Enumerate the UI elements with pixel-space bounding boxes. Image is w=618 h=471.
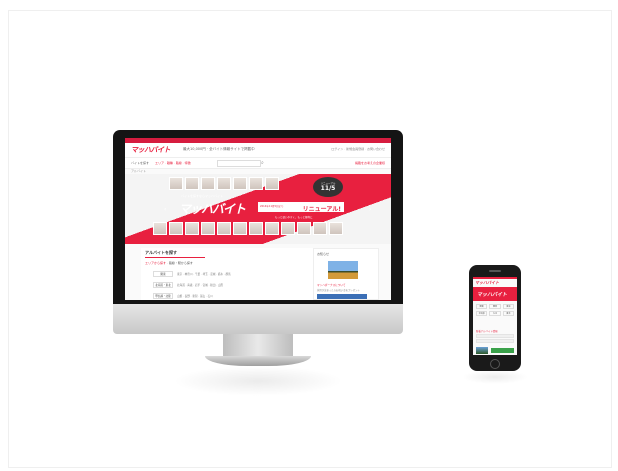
nav-label: バイトを探す [131,161,150,165]
nav-links[interactable]: エリア · 職種 · 路線 · 特徴 [155,161,191,165]
monitor-shadow [173,366,343,396]
renewal-date-badge: リニューアル 11/5 [313,177,343,197]
search-icon[interactable]: ⌕ [261,160,267,166]
renewal-banner-main: リニューアル! [302,206,341,213]
carousel-prev-icon[interactable]: ‹ [164,206,166,213]
region-label[interactable]: 北海道・東北 [153,282,173,288]
thumbnail [265,222,279,235]
region-label[interactable]: 甲信越・北陸 [153,293,173,299]
thumbnail [169,222,183,235]
monitor-chin [113,304,403,334]
smartphone-mockup: マッハバイト マッハバイト 関東 関西 東海 北海道 九州 東北 新着アルバイト… [469,265,521,371]
thumbnail [185,177,199,190]
hero-banner[interactable]: バイトを探すならマッハバイト マッハバイト 2014年11月5日より リニューア… [125,174,391,244]
sidebar-link[interactable]: マッハボーナスについて [317,283,345,287]
region-prefectures[interactable]: 東京 · 神奈川 · 千葉 · 埼玉 · 茨城 · 栃木 · 群馬 [177,272,231,276]
sidebar-photo[interactable] [328,261,358,279]
thumbnail [313,222,327,235]
hero-caption: もっと使いやすく、もっと便利に [275,216,313,219]
desktop-website-screen: マッハバイト 最大10,000円 · 全バイト情報サイトで掲載中 ログイン · … [125,138,391,300]
home-button-icon[interactable] [490,359,500,369]
mobile-hero-text: マッハバイト [477,292,508,298]
renewal-banner-sub: 2014年11月5日より [260,205,284,208]
thumbnail [265,177,279,190]
mobile-logo[interactable]: マッハバイト [475,280,499,286]
region-row: 甲信越・北陸 山梨 · 長野 · 新潟 · 富山 · 石川 [153,292,231,300]
mobile-region-button[interactable]: 北海道 [476,311,488,316]
mobile-region-grid: 関東 関西 東海 北海道 九州 東北 [476,304,514,316]
panel-title: アルバイトを探す [145,250,177,255]
region-rows: 関東 東京 · 神奈川 · 千葉 · 埼玉 · 茨城 · 栃木 · 群馬 北海道… [153,270,231,300]
tab-station[interactable]: 路線・駅から探す [169,261,193,265]
header-links[interactable]: ログイン · 新規会員登録 · お問い合わせ [331,147,385,151]
thumbnail [249,222,263,235]
thumbnail [217,177,231,190]
hero-thumbnails-bottom [153,222,343,235]
header-tagline: 最大10,000円 · 全バイト情報サイトで掲載中 [183,147,255,151]
mobile-region-button[interactable]: 九州 [489,311,501,316]
monitor-stand-foot [205,356,311,366]
sidebar-panel: お知らせ マッハボーナスについて 採用が決まったらお祝い金をプレゼント [313,248,379,300]
search-tabs: エリアから探す · 路線・駅から探す [145,261,193,265]
monitor-bezel: マッハバイト 最大10,000円 · 全バイト情報サイトで掲載中 ログイン · … [113,130,403,304]
site-logo[interactable]: マッハバイト [131,145,171,155]
hero-small-text: バイトを探すならマッハバイト [181,194,224,198]
mobile-top-bar [473,277,517,279]
renewal-banner: 2014年11月5日より リニューアル! [257,201,345,213]
search-panel: アルバイトを探す エリアから探す · 路線・駅から探す 関東 東京 · 神奈川 … [141,248,321,300]
thumbnail [329,222,343,235]
region-label[interactable]: 関東 [153,271,173,277]
thumbnail [281,222,295,235]
thumbnail [201,177,215,190]
phone-shadow [462,370,528,384]
thumbnail [185,222,199,235]
hero-thumbnails-top [169,177,279,190]
desktop-monitor-mockup: マッハバイト 最大10,000円 · 全バイト情報サイトで掲載中 ログイン · … [113,130,403,396]
monitor-stand-neck [223,334,293,358]
region-row: 北海道・東北 北海道 · 青森 · 岩手 · 宮城 · 秋田 · 山形 [153,281,231,289]
thumbnail [153,222,167,235]
mobile-website-screen: マッハバイト マッハバイト 関東 関西 東海 北海道 九州 東北 新着アルバイト… [473,277,517,355]
thumbnail [201,222,215,235]
region-prefectures[interactable]: 山梨 · 長野 · 新潟 · 富山 · 石川 [177,294,213,298]
thumbnail [169,177,183,190]
search-input[interactable] [217,160,261,167]
nav-bar: バイトを探す エリア · 職種 · 路線 · 特徴 ⌕ 掲載をお考えの企業様 [125,157,391,169]
panel-underline [145,257,205,258]
mobile-region-button[interactable]: 関東 [476,304,488,309]
thumbnail [233,177,247,190]
list-item[interactable] [476,339,514,343]
region-prefectures[interactable]: 北海道 · 青森 · 岩手 · 宮城 · 秋田 · 山形 [177,283,223,287]
list-item[interactable] [476,334,514,338]
mobile-region-button[interactable]: 東海 [502,304,514,309]
mobile-link[interactable]: 新着アルバイト情報 [476,329,498,333]
mobile-hero[interactable]: マッハバイト [473,287,517,301]
mobile-region-button[interactable]: 関西 [489,304,501,309]
thumbnail [297,222,311,235]
thumbnail [217,222,231,235]
tab-area[interactable]: エリアから探す [145,261,166,265]
sidebar-text: 採用が決まったらお祝い金をプレゼント [317,289,360,292]
thumbnail [249,177,263,190]
hero-logo: マッハバイト [179,202,246,216]
breadcrumb[interactable]: アルバイト [131,169,146,173]
carousel-next-icon[interactable]: › [369,206,371,213]
mobile-thumbnail[interactable] [476,347,488,354]
sidebar-title: お知らせ [317,252,329,256]
phone-speaker [489,270,501,272]
site-header: マッハバイト 最大10,000円 · 全バイト情報サイトで掲載中 ログイン · … [125,143,391,157]
mobile-green-button[interactable] [491,348,514,353]
sidebar-banner[interactable] [317,294,367,299]
thumbnail [233,222,247,235]
mobile-list [476,334,514,344]
mobile-region-button[interactable]: 東北 [502,311,514,316]
date-badge-value: 11/5 [320,185,336,192]
nav-employer-link[interactable]: 掲載をお考えの企業様 [355,161,385,165]
region-row: 関東 東京 · 神奈川 · 千葉 · 埼玉 · 茨城 · 栃木 · 群馬 [153,270,231,278]
